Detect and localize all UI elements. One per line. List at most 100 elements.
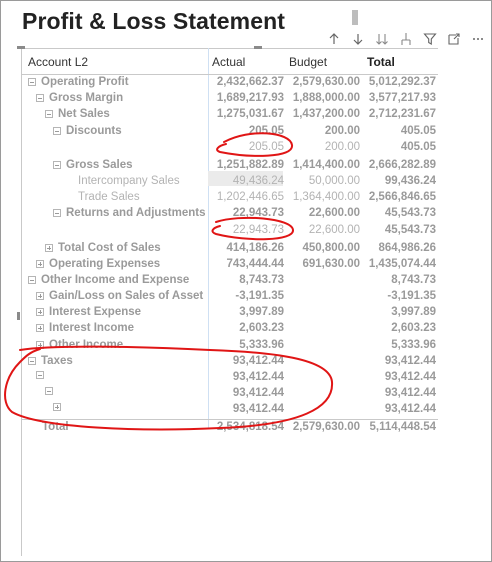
table-row: Interest Income 2,603.23 2,603.23 xyxy=(22,321,438,337)
total-cell: 99,436.24 xyxy=(384,174,436,187)
row-label: Other Income and Expense xyxy=(41,273,190,286)
table-row: Discounts 205.05 200.00 405.05 xyxy=(22,124,438,140)
header-account-l2[interactable]: Account L2 xyxy=(28,55,88,69)
matrix-table: Account L2 Actual Budget Total Operating… xyxy=(22,48,438,436)
expand-icon[interactable] xyxy=(53,403,61,412)
table-row: 93,412.44 93,412.44 xyxy=(22,370,438,386)
budget-cell: 2,579,630.00 xyxy=(292,420,360,433)
row-label: Net Sales xyxy=(58,108,110,121)
total-cell: 5,012,292.37 xyxy=(368,76,436,88)
actual-cell: 3,997.89 xyxy=(239,306,284,319)
collapse-icon[interactable] xyxy=(53,126,61,135)
table-row: Taxes 93,412.44 93,412.44 xyxy=(22,354,438,370)
row-label: Operating Profit xyxy=(41,76,129,88)
total-cell: 93,412.44 xyxy=(384,403,436,416)
row-label: Discounts xyxy=(66,124,122,137)
actual-cell: 414,186.26 xyxy=(226,241,284,254)
actual-cell: 2,603.23 xyxy=(239,322,284,335)
total-cell: 2,566,846.65 xyxy=(368,191,436,204)
actual-cell: -3,191.35 xyxy=(235,290,284,303)
budget-cell: 1,888,000.00 xyxy=(292,92,360,105)
table-row: Trade Sales 1,202,446.65 1,364,400.00 2,… xyxy=(22,190,438,206)
expand-icon[interactable] xyxy=(36,308,44,317)
actual-cell: 1,275,031.67 xyxy=(216,108,284,121)
total-cell: 2,712,231.67 xyxy=(368,108,436,121)
table-row: Interest Expense 3,997.89 3,997.89 xyxy=(22,305,438,321)
budget-cell: 50,000.00 xyxy=(308,174,360,187)
expand-icon[interactable] xyxy=(36,340,44,349)
expand-icon[interactable] xyxy=(45,243,53,252)
collapse-icon[interactable] xyxy=(28,275,36,284)
drag-grip-handle[interactable] xyxy=(352,10,358,25)
table-row: 93,412.44 93,412.44 xyxy=(22,386,438,402)
table-row: Other Income 5,333.96 5,333.96 xyxy=(22,338,438,354)
total-cell: 5,333.96 xyxy=(391,338,436,351)
table-row: 93,412.44 93,412.44 xyxy=(22,402,438,418)
header-total[interactable]: Total xyxy=(367,55,395,69)
more-options-icon[interactable] xyxy=(466,30,490,48)
collapse-icon[interactable] xyxy=(45,110,53,119)
total-cell: 5,114,448.54 xyxy=(369,420,436,433)
actual-cell: 49,436.24 xyxy=(232,174,284,187)
table-row: Intercompany Sales 49,436.24 50,000.00 9… xyxy=(22,174,438,190)
actual-cell: 1,689,217.93 xyxy=(216,92,284,105)
row-label: Gross Margin xyxy=(49,92,124,105)
table-header-row: Account L2 Actual Budget Total xyxy=(22,48,438,75)
table-row: Gross Sales 1,251,882.89 1,414,400.00 2,… xyxy=(22,158,438,174)
collapse-icon[interactable] xyxy=(53,160,61,169)
actual-cell: 93,412.44 xyxy=(232,354,284,367)
total-cell: 1,435,074.44 xyxy=(368,257,436,270)
table-row: 22,943.73 22,600.00 45,543.73 xyxy=(22,223,438,241)
expand-hierarchy-icon[interactable] xyxy=(394,30,418,48)
header-actual[interactable]: Actual xyxy=(212,55,245,69)
row-label: Trade Sales xyxy=(78,191,140,204)
total-cell: 405.05 xyxy=(400,140,436,153)
focus-mode-icon[interactable] xyxy=(442,30,466,48)
arrow-up-icon[interactable] xyxy=(322,30,346,48)
expand-icon[interactable] xyxy=(36,292,44,301)
arrow-down-icon[interactable] xyxy=(346,30,370,48)
table-row: Operating Profit 2,432,662.37 2,579,630.… xyxy=(22,75,438,91)
table-row: Other Income and Expense 8,743.73 8,743.… xyxy=(22,273,438,289)
actual-cell: 22,943.73 xyxy=(232,223,284,236)
budget-cell: 1,437,200.00 xyxy=(292,108,360,121)
row-label: Total Cost of Sales xyxy=(58,241,161,254)
total-cell: -3,191.35 xyxy=(387,290,436,303)
total-cell: 405.05 xyxy=(400,124,436,137)
total-cell: 864,986.26 xyxy=(378,241,436,254)
actual-cell: 5,333.96 xyxy=(239,338,284,351)
actual-cell: 1,251,882.89 xyxy=(216,158,284,171)
total-cell: 93,412.44 xyxy=(384,371,436,383)
collapse-icon[interactable] xyxy=(53,209,61,218)
row-label: Returns and Adjustments xyxy=(66,207,206,220)
table-row-total: Total 2,534,818.54 2,579,630.00 5,114,44… xyxy=(22,418,438,436)
total-cell: 8,743.73 xyxy=(391,273,436,286)
total-cell: 93,412.44 xyxy=(384,354,436,367)
double-arrow-down-icon[interactable] xyxy=(370,30,394,48)
total-cell: 2,666,282.89 xyxy=(368,158,436,171)
collapse-icon[interactable] xyxy=(36,371,44,379)
expand-icon[interactable] xyxy=(36,324,44,333)
table-row: Operating Expenses 743,444.44 691,630.00… xyxy=(22,257,438,273)
table-row: Gross Margin 1,689,217.93 1,888,000.00 3… xyxy=(22,91,438,107)
row-label: Gain/Loss on Sales of Asset xyxy=(49,290,204,303)
row-label: Interest Expense xyxy=(49,306,142,319)
row-label: Interest Income xyxy=(49,322,134,335)
table-row: Total Cost of Sales 414,186.26 450,800.0… xyxy=(22,241,438,257)
collapse-icon[interactable] xyxy=(28,356,36,365)
actual-cell: 93,412.44 xyxy=(232,371,284,383)
filter-icon[interactable] xyxy=(418,30,442,48)
expand-icon[interactable] xyxy=(36,259,44,268)
resize-handle-left-center[interactable] xyxy=(17,312,20,320)
collapse-icon[interactable] xyxy=(28,78,36,86)
row-label: Gross Sales xyxy=(66,158,133,171)
visual-header-toolbar xyxy=(322,30,490,48)
header-budget[interactable]: Budget xyxy=(289,55,327,69)
actual-cell: 93,412.44 xyxy=(232,403,284,416)
table-row: Gain/Loss on Sales of Asset -3,191.35 -3… xyxy=(22,289,438,305)
actual-cell: 743,444.44 xyxy=(226,257,284,270)
total-cell: 45,543.73 xyxy=(384,207,436,220)
total-cell: 93,412.44 xyxy=(384,387,436,400)
collapse-icon[interactable] xyxy=(45,387,53,396)
collapse-icon[interactable] xyxy=(36,94,44,103)
